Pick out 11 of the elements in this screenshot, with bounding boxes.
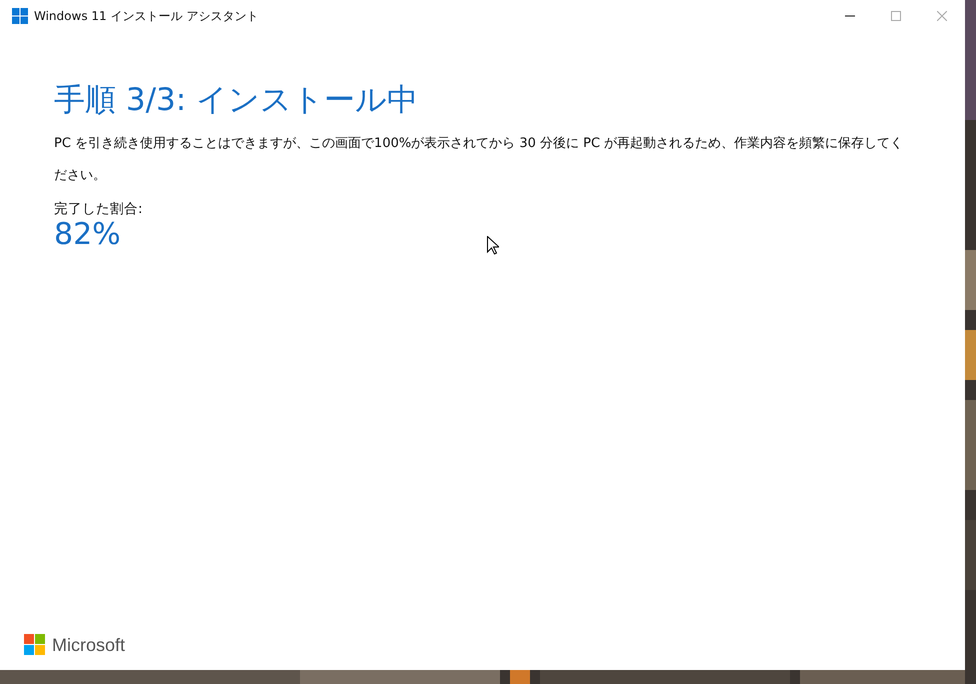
progress-label: 完了した割合:: [54, 200, 143, 218]
brand-name: Microsoft: [52, 634, 126, 656]
progress-value: 82%: [54, 218, 121, 252]
mouse-cursor-icon: [487, 236, 499, 255]
description: PC を引き続き使用することはできますが、この画面で100%が表示されてから 30 分後に PC が再起動されるため、作業内容を頻繁に保存してください。: [54, 135, 904, 185]
windows-logo-icon: [12, 8, 28, 24]
window-title: Windows 11 インストール アシスタント: [34, 8, 258, 24]
page-heading: 手順 3/3: インストール中: [54, 81, 420, 120]
microsoft-logo-icon: [24, 634, 46, 656]
maximize-icon: [891, 11, 901, 21]
close-icon: [937, 11, 947, 21]
